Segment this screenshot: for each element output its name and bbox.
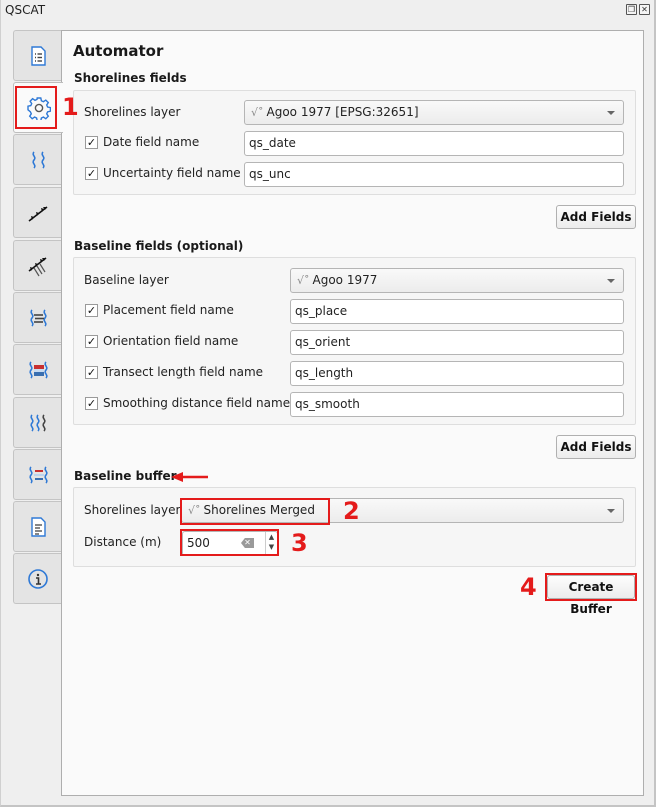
multi-transect-arrows-icon — [28, 256, 47, 276]
shorelines-layer-label: Shorelines layer — [84, 105, 181, 119]
step2-highlight — [180, 498, 330, 525]
step3-highlight — [180, 529, 279, 556]
tab-shorelines[interactable] — [13, 134, 62, 185]
red-arrow-annotation — [171, 472, 208, 482]
tab-transects[interactable] — [13, 187, 62, 238]
distance-label: Distance (m) — [84, 535, 162, 549]
orientation-field-label: Orientation field name — [103, 334, 239, 348]
tab-report[interactable] — [13, 501, 62, 552]
smoothing-distance-field-input[interactable]: qs_smooth — [290, 392, 624, 417]
report-document-icon — [31, 516, 46, 537]
list-document-icon — [31, 45, 46, 66]
orientation-field-input[interactable]: qs_orient — [290, 330, 624, 355]
shorelines-layer-value: Agoo 1977 [EPSG:32651] — [266, 105, 419, 119]
baseline-layer-value: Agoo 1977 — [312, 273, 378, 287]
step4-number: 4 — [520, 573, 537, 601]
triple-waves-icon — [30, 413, 46, 432]
transect-length-field-checkbox[interactable]: ✓ — [85, 366, 98, 379]
placement-field-label: Placement field name — [103, 303, 234, 317]
transect-length-field-input[interactable]: qs_length — [290, 361, 624, 386]
chevron-down-icon — [607, 509, 615, 513]
step2-number: 2 — [343, 497, 360, 525]
summary-change-icon — [29, 465, 48, 484]
line-layer-icon: √˚ — [297, 274, 310, 287]
orientation-field-checkbox[interactable]: ✓ — [85, 335, 98, 348]
info-icon — [28, 568, 48, 589]
transect-arrows-icon — [28, 205, 48, 222]
shorelines-fields-title: Shorelines fields — [74, 71, 187, 85]
smoothing-distance-field-label: Smoothing distance field name — [103, 396, 291, 410]
add-baseline-fields-button[interactable]: Add Fields — [556, 435, 636, 459]
uncertainty-field-checkbox[interactable]: ✓ — [85, 167, 98, 180]
window-title: QSCAT — [5, 3, 46, 17]
shorelines-layer-combo[interactable]: √˚ Agoo 1977 [EPSG:32651] — [244, 100, 624, 125]
chevron-down-icon — [607, 111, 615, 115]
uncertainty-field-input[interactable]: qs_unc — [244, 162, 624, 187]
step1-number: 1 — [62, 93, 79, 121]
tab-summary[interactable] — [13, 449, 62, 500]
tab-about[interactable] — [13, 553, 62, 604]
baseline-buffer-title: Baseline buffer — [74, 469, 177, 483]
tab-area-change[interactable] — [13, 344, 62, 395]
baseline-layer-label: Baseline layer — [84, 273, 169, 287]
buffer-shorelines-layer-label: Shorelines layer — [84, 503, 181, 517]
tab-multi-transects[interactable] — [13, 240, 62, 291]
date-field-checkbox[interactable]: ✓ — [85, 136, 98, 149]
close-icon[interactable]: ✕ — [639, 4, 650, 15]
page-title: Automator — [73, 42, 164, 60]
transect-length-field-label: Transect length field name — [103, 365, 264, 379]
qscat-dock-window: QSCAT ❐ ✕ Automator Shorelines fields Sh… — [0, 0, 656, 807]
placement-field-input[interactable]: qs_place — [290, 299, 624, 324]
baseline-layer-combo[interactable]: √˚ Agoo 1977 — [290, 268, 624, 293]
area-change-icon — [29, 360, 48, 379]
tab-shoreline-change[interactable] — [13, 292, 62, 343]
date-field-label: Date field name — [103, 135, 200, 149]
tab-forecasting[interactable] — [13, 397, 62, 448]
step3-number: 3 — [291, 529, 308, 557]
restore-icon[interactable]: ❐ — [626, 4, 637, 15]
add-shoreline-fields-button[interactable]: Add Fields — [556, 205, 636, 229]
chevron-down-icon — [607, 279, 615, 283]
uncertainty-field-label: Uncertainty field name — [103, 166, 241, 180]
shoreline-change-icon — [30, 308, 47, 327]
line-layer-icon: √˚ — [251, 106, 264, 119]
tab-project-settings[interactable] — [13, 30, 62, 81]
step4-highlight — [545, 573, 637, 601]
placement-field-checkbox[interactable]: ✓ — [85, 304, 98, 317]
baseline-fields-title: Baseline fields (optional) — [74, 239, 244, 253]
shoreline-waves-icon — [32, 150, 45, 169]
smoothing-distance-field-checkbox[interactable]: ✓ — [85, 397, 98, 410]
date-field-input[interactable]: qs_date — [244, 131, 624, 156]
step1-highlight — [15, 86, 57, 129]
